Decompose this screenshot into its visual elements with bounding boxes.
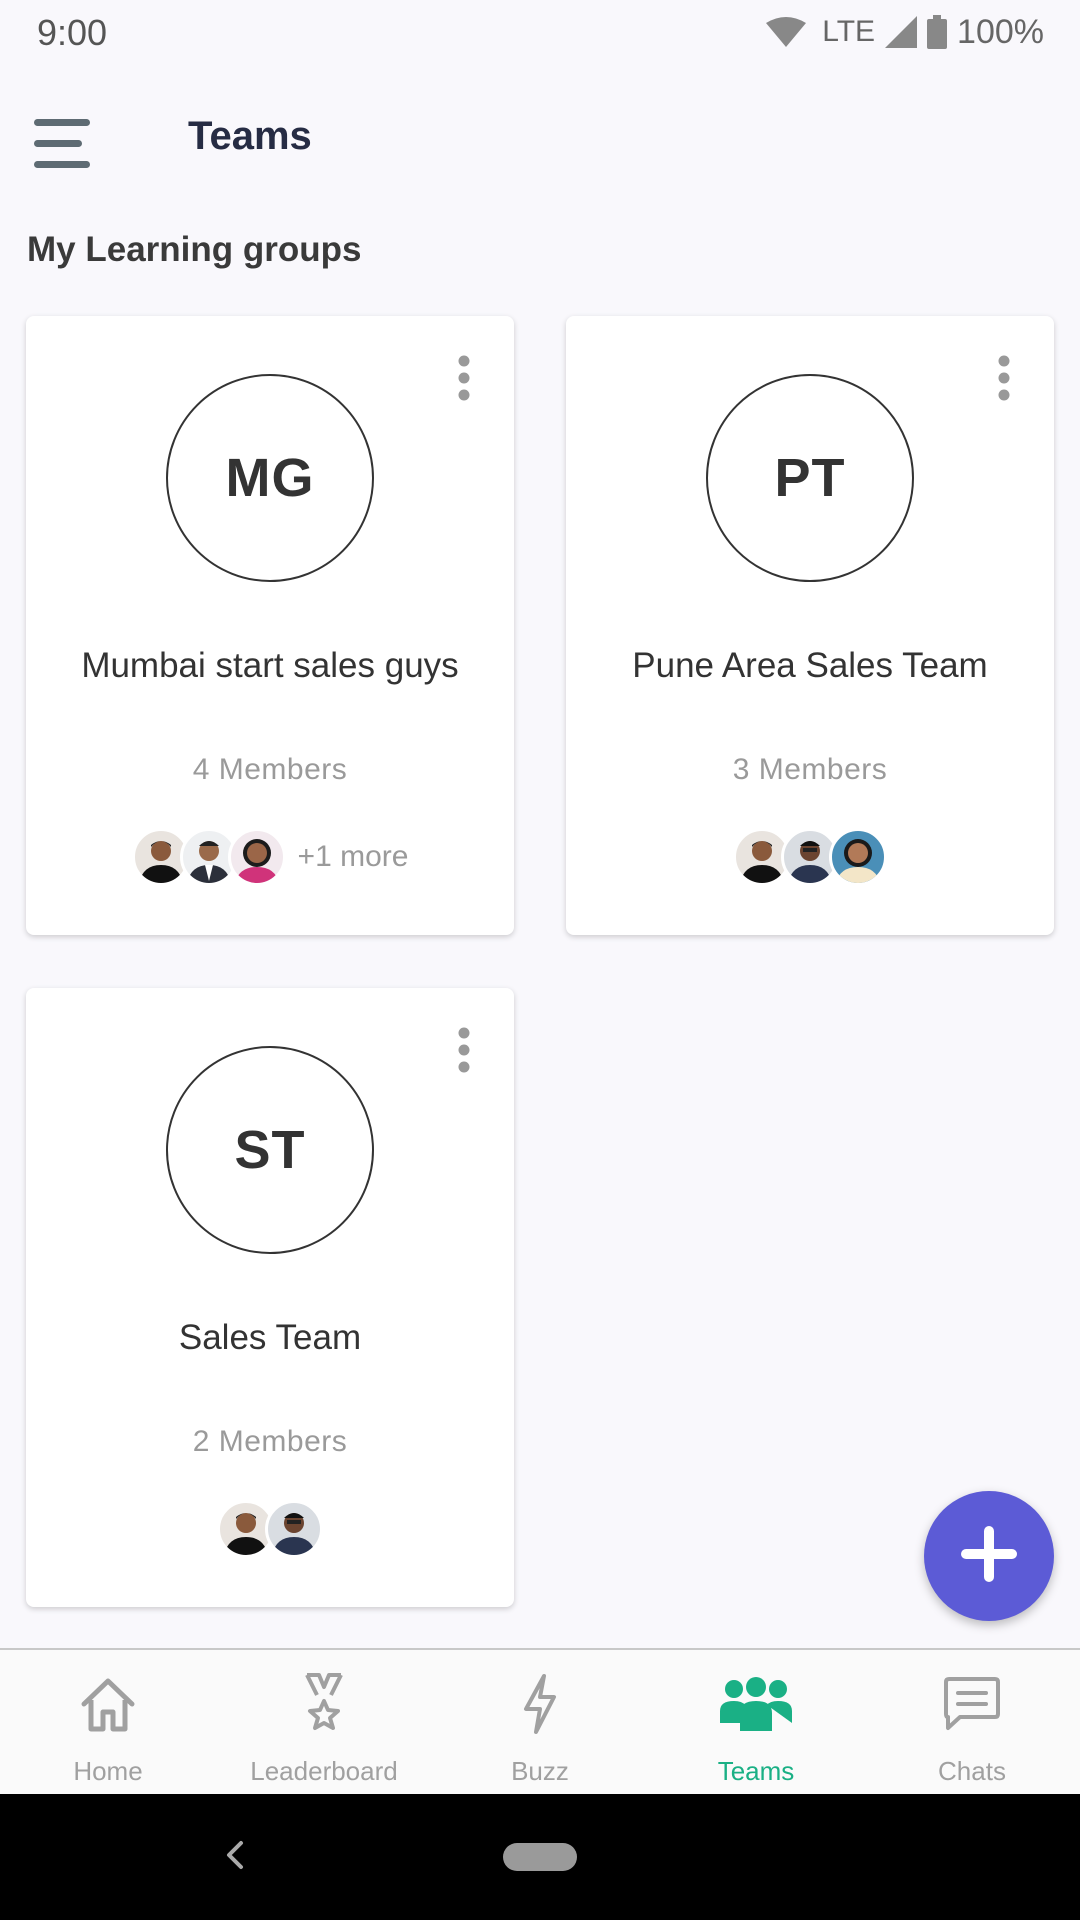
app-bar: Teams xyxy=(0,64,1080,214)
chat-icon xyxy=(942,1676,1002,1737)
more-vert-icon xyxy=(457,1027,471,1078)
group-card-mg[interactable]: MG Mumbai start sales guys 4 Members +1 … xyxy=(26,316,514,935)
member-avatars xyxy=(566,827,1054,887)
nav-item-home[interactable]: Home xyxy=(0,1650,216,1796)
more-options-button[interactable] xyxy=(444,1026,484,1078)
network-type: LTE xyxy=(822,15,876,48)
system-home-button[interactable] xyxy=(503,1843,577,1871)
nav-item-chats[interactable]: Chats xyxy=(864,1650,1080,1796)
section-title: My Learning groups xyxy=(27,230,362,269)
more-vert-icon xyxy=(457,355,471,406)
member-count: 3 Members xyxy=(732,753,888,786)
battery-icon xyxy=(927,15,948,49)
group-name: Pune Area Sales Team xyxy=(632,646,988,685)
more-options-button[interactable] xyxy=(444,354,484,406)
nav-item-buzz[interactable]: Buzz xyxy=(432,1650,648,1796)
status-indicators: LTE 100% xyxy=(766,12,1044,52)
signal-icon xyxy=(885,16,918,48)
battery-percent: 100% xyxy=(957,12,1044,51)
page-title: Teams xyxy=(188,114,312,158)
group-avatar: MG xyxy=(166,374,374,582)
member-avatars xyxy=(26,1499,514,1559)
group-name: Sales Team xyxy=(178,1318,362,1357)
group-avatar: ST xyxy=(166,1046,374,1254)
member-avatar xyxy=(227,828,286,886)
medal-icon xyxy=(299,1672,349,1740)
nav-item-leaderboard[interactable]: Leaderboard xyxy=(216,1650,432,1796)
status-bar: 9:00 LTE 100% xyxy=(0,0,1080,64)
more-members-text: +1 more xyxy=(297,840,409,873)
group-name: Mumbai start sales guys xyxy=(81,646,459,685)
bottom-navigation: Home Leaderboard Buzz Teams Chats xyxy=(0,1648,1080,1794)
back-chevron-icon xyxy=(225,1840,245,1875)
lightning-icon xyxy=(520,1673,560,1740)
member-count: 4 Members xyxy=(192,753,348,786)
nav-label: Teams xyxy=(717,1756,795,1786)
more-options-button[interactable] xyxy=(984,354,1024,406)
home-icon xyxy=(78,1674,138,1739)
plus-icon xyxy=(959,1524,1019,1589)
nav-item-teams[interactable]: Teams xyxy=(648,1650,864,1796)
system-navigation-bar xyxy=(0,1794,1080,1920)
nav-label: Buzz xyxy=(511,1756,569,1786)
add-group-button[interactable] xyxy=(924,1491,1054,1621)
menu-button[interactable] xyxy=(22,104,106,188)
hamburger-menu-icon xyxy=(34,117,94,176)
member-avatars: +1 more xyxy=(26,827,514,887)
nav-label: Chats xyxy=(938,1756,1006,1786)
group-avatar: PT xyxy=(706,374,914,582)
group-card-st[interactable]: ST Sales Team 2 Members xyxy=(26,988,514,1607)
nav-label: Leaderboard xyxy=(250,1756,398,1786)
member-avatar xyxy=(265,1500,323,1558)
member-avatar xyxy=(829,828,887,886)
people-icon xyxy=(720,1676,792,1736)
member-count: 2 Members xyxy=(192,1425,348,1458)
wifi-icon xyxy=(766,17,807,47)
nav-label: Home xyxy=(73,1756,143,1786)
more-vert-icon xyxy=(997,355,1011,406)
system-back-button[interactable] xyxy=(215,1834,255,1880)
status-time: 9:00 xyxy=(37,12,108,53)
group-card-pt[interactable]: PT Pune Area Sales Team 3 Members xyxy=(566,316,1054,935)
